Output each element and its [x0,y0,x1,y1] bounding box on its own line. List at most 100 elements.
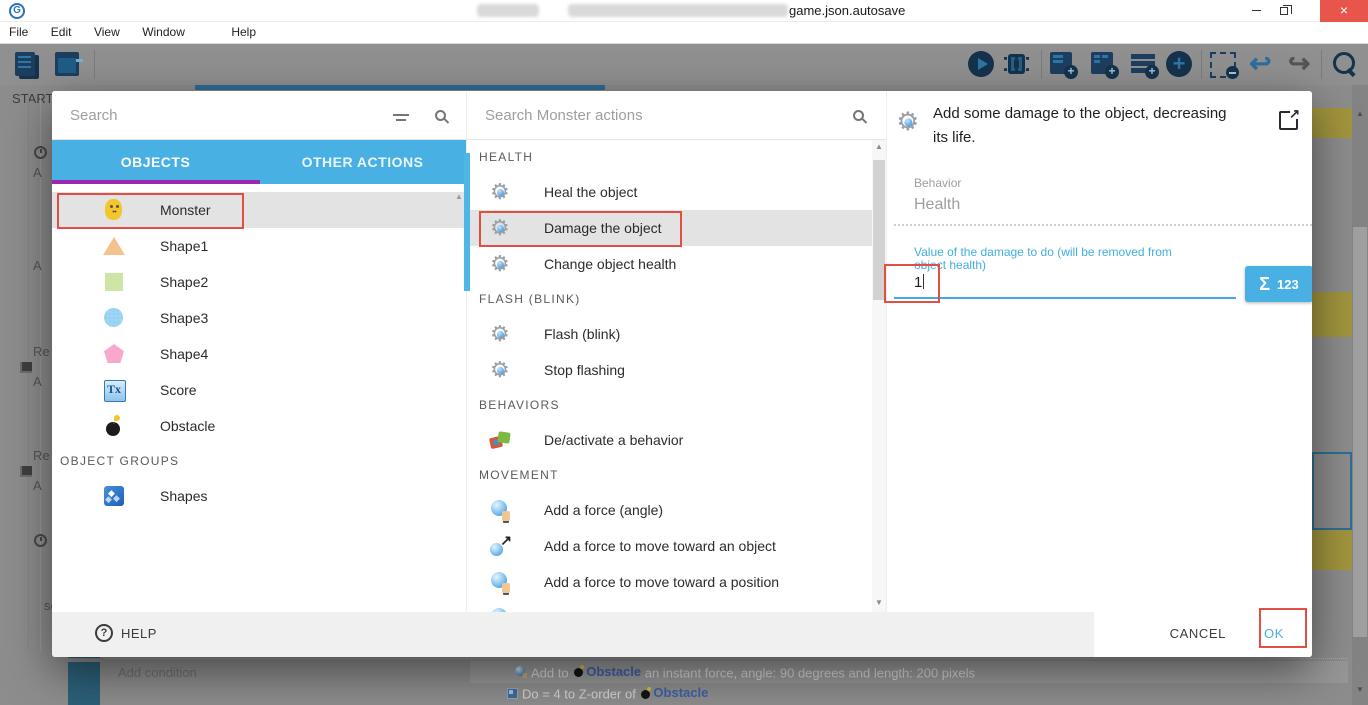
search-events-icon[interactable] [1329,50,1361,79]
menu-help[interactable]: Help [222,22,265,42]
action-list-item[interactable]: Add a force [467,600,887,612]
objects-search-input[interactable] [70,107,393,124]
tab-other-actions[interactable]: OTHER ACTIONS [259,140,466,184]
project-manager-icon[interactable] [12,50,44,79]
cancel-button[interactable]: CANCEL [1170,626,1226,641]
action-description: Add some damage to the object, decreasin… [933,102,1243,150]
add-comment-icon[interactable]: + [1128,50,1160,79]
event-partial-label: Re [33,344,50,359]
play-icon[interactable] [966,50,998,79]
help-button[interactable]: ? HELP [95,624,157,642]
action-editor-dialog: OBJECTS OTHER ACTIONS Monster Shape1 Sha… [52,91,1312,657]
open-in-new-icon[interactable] [1279,111,1298,130]
object-list-item[interactable]: Shapes [52,478,466,514]
scroll-up-icon[interactable]: ▲ [1352,109,1368,118]
action-list-item[interactable]: Add a force to move toward a position [467,564,887,600]
event-partial-label: A [33,165,42,180]
actions-scrollbar[interactable]: ▲ ▼ [872,140,886,612]
action-gear-icon [895,108,923,136]
dialog-footer: ? HELP CANCEL OK [52,612,1312,657]
field-divider [894,224,1312,226]
redo-icon[interactable]: ↪ [1283,50,1315,79]
object-list-item[interactable]: Shape3 [52,300,466,336]
menu-edit[interactable]: Edit [42,22,81,42]
action-icon [489,322,513,346]
object-icon [102,484,126,508]
object-icon [102,378,126,402]
behavior-field-label: Behavior [914,176,961,190]
add-event-icon[interactable]: + [1047,50,1079,79]
event-action-row: Add to Obstacle an instant force, angle:… [470,661,1348,683]
close-button[interactable]: × [1320,0,1368,22]
filter-icon[interactable] [393,114,409,116]
expression-button-label: 123 [1277,277,1299,292]
selection-outline [1312,452,1352,530]
action-label: Change object health [544,256,676,272]
actions-search-input[interactable] [485,107,853,124]
action-icon [489,498,513,522]
objects-list: Monster Shape1 Shape2 Shape3 Shape4 Scor… [52,184,466,612]
scrollbar-thumb-blue[interactable] [464,153,470,291]
object-list-item[interactable]: Monster [52,192,466,228]
action-list-item[interactable]: De/activate a behavior [467,422,887,458]
action-icon [489,216,513,240]
action-icon [489,358,513,382]
object-list-item[interactable]: Shape2 [52,264,466,300]
help-label: HELP [121,626,157,641]
objects-search-row [52,91,466,140]
action-list-item[interactable]: Heal the object [467,174,887,210]
menu-file[interactable]: File [0,22,37,42]
annotation-box-ok [1259,608,1307,648]
toolbar: + + + ↩ ↪ [0,44,1368,85]
object-icon [102,414,126,438]
object-list-item[interactable]: Obstacle [52,408,466,444]
window-title: game.json.autosave [789,3,905,18]
add-subevent-icon[interactable]: + [1088,50,1120,79]
action-label: Flash (blink) [544,326,620,342]
object-label: Shapes [160,488,207,504]
timer-icon [34,534,47,547]
add-new-event-icon[interactable] [1164,50,1196,79]
tab-objects[interactable]: OBJECTS [52,140,259,184]
redacted-title-segment [477,4,539,17]
section-header: BEHAVIORS [467,388,887,422]
scene-editor-icon[interactable] [52,50,84,79]
tab-bar: OBJECTS OTHER ACTIONS [52,140,466,184]
action-icon [489,180,513,204]
expression-editor-button[interactable]: Σ 123 [1245,266,1312,302]
event-text: = 4 [542,687,560,702]
action-details-panel: Add some damage to the object, decreasin… [886,91,1312,612]
debug-icon[interactable] [1001,50,1033,79]
scroll-down-icon[interactable]: ▼ [872,598,886,607]
event-partial-label: Re [33,448,50,463]
object-list-item[interactable]: Shape4 [52,336,466,372]
comment-tag-right [1312,292,1352,337]
object-icon [102,234,126,258]
repeat-icon [20,466,32,477]
scrollbar-thumb[interactable] [1353,227,1367,637]
menu-window[interactable]: Window [133,22,194,42]
action-list-item[interactable]: Add a force (angle) [467,492,887,528]
action-label: Add a force to move toward an object [544,538,776,554]
menu-view[interactable]: View [85,22,129,42]
object-list-item[interactable]: Shape1 [52,228,466,264]
undo-icon[interactable]: ↩ [1244,50,1276,79]
title-bar: G game.json.autosave × [0,0,1368,22]
scroll-up-icon[interactable]: ▲ [872,142,886,151]
action-list-item[interactable]: Change object health [467,246,887,282]
row-separator [105,658,1348,659]
minimize-button[interactable] [1242,0,1270,22]
action-list-item[interactable]: Stop flashing [467,352,887,388]
object-list-item[interactable]: Score [52,372,466,408]
action-list-item[interactable]: Add a force to move toward an object [467,528,887,564]
restore-button[interactable] [1270,0,1298,22]
event-text: an instant force, angle: 90 degrees and … [641,665,975,680]
object-label: Score [160,382,197,398]
action-list-item[interactable]: Damage the object [467,210,887,246]
scroll-down-icon[interactable]: ▼ [1352,685,1368,694]
remove-event-icon[interactable] [1207,50,1239,79]
scene-tab-label: START [12,91,53,106]
action-label: De/activate a behavior [544,432,683,448]
main-scrollbar[interactable]: ▲ ▼ [1352,85,1368,705]
action-list-item[interactable]: Flash (blink) [467,316,887,352]
